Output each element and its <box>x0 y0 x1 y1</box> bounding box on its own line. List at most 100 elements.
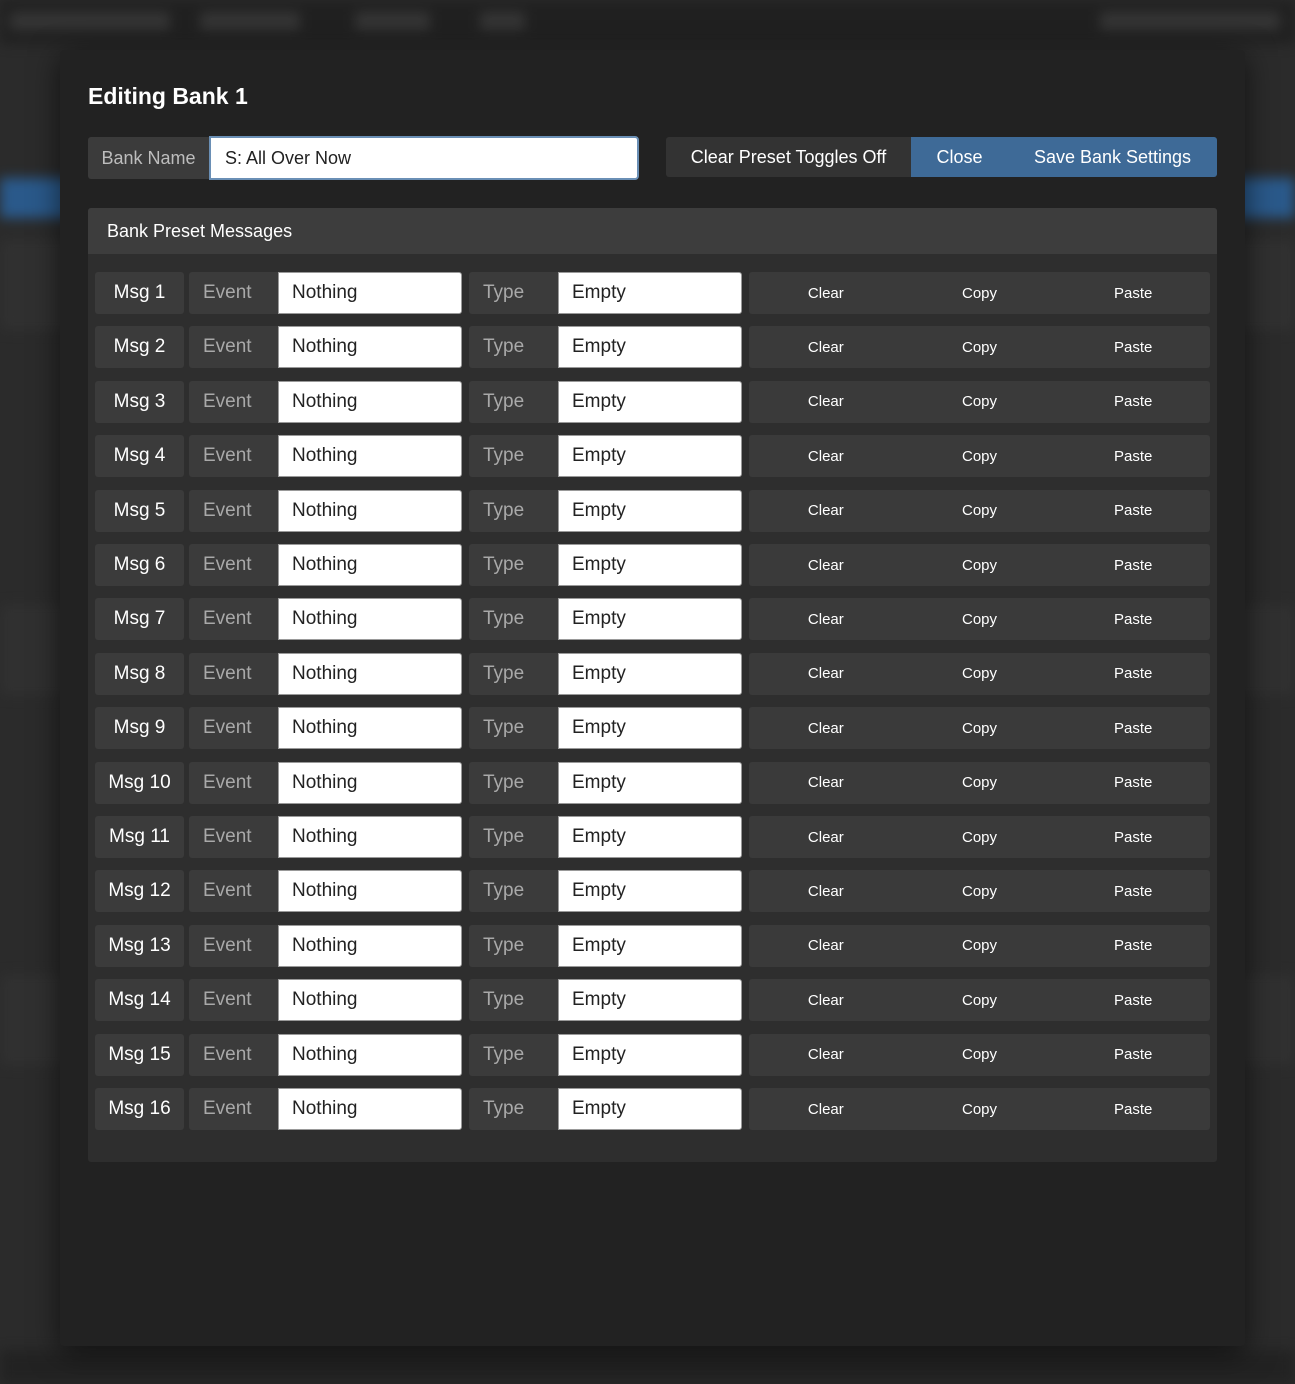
event-select[interactable]: Nothing <box>278 924 462 967</box>
event-select[interactable]: Nothing <box>278 1088 462 1130</box>
bank-name-input[interactable] <box>209 136 639 180</box>
event-select[interactable]: Nothing <box>278 598 462 641</box>
paste-button[interactable]: Paste <box>1056 381 1210 423</box>
event-select[interactable]: Nothing <box>278 544 462 586</box>
clear-button[interactable]: Clear <box>749 762 903 804</box>
paste-button[interactable]: Paste <box>1056 762 1210 804</box>
clear-button[interactable]: Clear <box>749 326 903 368</box>
message-row: Msg 10 Event Nothing Type Empty Clear Co… <box>95 761 1210 804</box>
type-select[interactable]: Empty <box>558 761 742 804</box>
copy-button[interactable]: Copy <box>903 870 1057 912</box>
clear-button[interactable]: Clear <box>749 490 903 532</box>
paste-button[interactable]: Paste <box>1056 272 1210 314</box>
copy-button[interactable]: Copy <box>903 544 1057 586</box>
paste-button[interactable]: Paste <box>1056 816 1210 858</box>
event-select[interactable]: Nothing <box>278 761 462 804</box>
paste-button[interactable]: Paste <box>1056 435 1210 477</box>
type-label: Type <box>469 761 558 804</box>
paste-button[interactable]: Paste <box>1056 1034 1210 1076</box>
copy-button[interactable]: Copy <box>903 272 1057 314</box>
event-select[interactable]: Nothing <box>278 272 462 314</box>
event-select[interactable]: Nothing <box>278 652 462 695</box>
clear-preset-toggles-button[interactable]: Clear Preset Toggles Off <box>666 137 911 177</box>
copy-button[interactable]: Copy <box>903 653 1057 695</box>
event-select[interactable]: Nothing <box>278 707 462 750</box>
clear-button[interactable]: Clear <box>749 1088 903 1130</box>
type-select[interactable]: Empty <box>558 272 742 314</box>
clear-button[interactable]: Clear <box>749 707 903 749</box>
message-actions: Clear Copy Paste <box>749 326 1210 369</box>
message-row: Msg 12 Event Nothing Type Empty Clear Co… <box>95 870 1210 913</box>
clear-button[interactable]: Clear <box>749 598 903 640</box>
paste-button[interactable]: Paste <box>1056 925 1210 967</box>
close-button[interactable]: Close <box>911 137 1008 177</box>
copy-button[interactable]: Copy <box>903 979 1057 1021</box>
type-select[interactable]: Empty <box>558 489 742 532</box>
paste-button[interactable]: Paste <box>1056 653 1210 695</box>
event-select[interactable]: Nothing <box>278 816 462 858</box>
type-select[interactable]: Empty <box>558 380 742 423</box>
paste-button[interactable]: Paste <box>1056 870 1210 912</box>
copy-button[interactable]: Copy <box>903 707 1057 749</box>
event-label: Event <box>189 870 278 913</box>
copy-button[interactable]: Copy <box>903 598 1057 640</box>
clear-button[interactable]: Clear <box>749 435 903 477</box>
clear-button[interactable]: Clear <box>749 925 903 967</box>
paste-button[interactable]: Paste <box>1056 544 1210 586</box>
paste-button[interactable]: Paste <box>1056 598 1210 640</box>
paste-button[interactable]: Paste <box>1056 490 1210 532</box>
copy-button[interactable]: Copy <box>903 435 1057 477</box>
event-label: Event <box>189 326 278 369</box>
save-bank-settings-button[interactable]: Save Bank Settings <box>1008 137 1217 177</box>
message-row: Msg 16 Event Nothing Type Empty Clear Co… <box>95 1088 1210 1130</box>
copy-button[interactable]: Copy <box>903 1034 1057 1076</box>
type-label: Type <box>469 707 558 750</box>
event-label: Event <box>189 707 278 750</box>
type-select[interactable]: Empty <box>558 435 742 478</box>
clear-button[interactable]: Clear <box>749 272 903 314</box>
clear-button[interactable]: Clear <box>749 544 903 586</box>
copy-button[interactable]: Copy <box>903 490 1057 532</box>
type-select[interactable]: Empty <box>558 870 742 913</box>
event-select[interactable]: Nothing <box>278 979 462 1022</box>
clear-button[interactable]: Clear <box>749 870 903 912</box>
message-row: Msg 8 Event Nothing Type Empty Clear Cop… <box>95 652 1210 695</box>
copy-button[interactable]: Copy <box>903 1088 1057 1130</box>
type-select[interactable]: Empty <box>558 924 742 967</box>
type-select[interactable]: Empty <box>558 652 742 695</box>
clear-button[interactable]: Clear <box>749 653 903 695</box>
type-select[interactable]: Empty <box>558 1088 742 1130</box>
type-select[interactable]: Empty <box>558 1033 742 1076</box>
copy-button[interactable]: Copy <box>903 326 1057 368</box>
type-label: Type <box>469 1088 558 1130</box>
event-select[interactable]: Nothing <box>278 489 462 532</box>
paste-button[interactable]: Paste <box>1056 707 1210 749</box>
clear-button[interactable]: Clear <box>749 381 903 423</box>
paste-button[interactable]: Paste <box>1056 979 1210 1021</box>
type-label: Type <box>469 380 558 423</box>
clear-button[interactable]: Clear <box>749 979 903 1021</box>
event-label: Event <box>189 544 278 586</box>
copy-button[interactable]: Copy <box>903 925 1057 967</box>
copy-button[interactable]: Copy <box>903 762 1057 804</box>
event-select[interactable]: Nothing <box>278 870 462 913</box>
event-select[interactable]: Nothing <box>278 435 462 478</box>
type-select[interactable]: Empty <box>558 816 742 858</box>
type-select[interactable]: Empty <box>558 598 742 641</box>
copy-button[interactable]: Copy <box>903 381 1057 423</box>
message-actions: Clear Copy Paste <box>749 870 1210 913</box>
event-label: Event <box>189 652 278 695</box>
type-select[interactable]: Empty <box>558 979 742 1022</box>
event-select[interactable]: Nothing <box>278 1033 462 1076</box>
type-select[interactable]: Empty <box>558 326 742 369</box>
clear-button[interactable]: Clear <box>749 1034 903 1076</box>
paste-button[interactable]: Paste <box>1056 326 1210 368</box>
event-select[interactable]: Nothing <box>278 326 462 369</box>
clear-button[interactable]: Clear <box>749 816 903 858</box>
paste-button[interactable]: Paste <box>1056 1088 1210 1130</box>
type-select[interactable]: Empty <box>558 707 742 750</box>
event-select[interactable]: Nothing <box>278 380 462 423</box>
copy-button[interactable]: Copy <box>903 816 1057 858</box>
type-select[interactable]: Empty <box>558 544 742 586</box>
message-actions: Clear Copy Paste <box>749 1033 1210 1076</box>
